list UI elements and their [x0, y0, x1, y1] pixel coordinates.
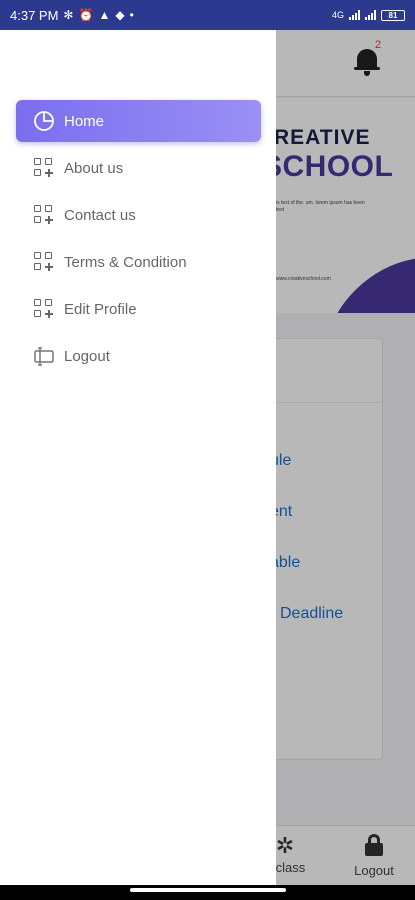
- pie-chart-icon: [34, 111, 54, 131]
- sync-off-icon: ✻: [63, 8, 74, 22]
- drawer-item-label: Home: [64, 112, 105, 130]
- gesture-bar[interactable]: [130, 888, 286, 892]
- navigation-drawer: Home About us Contact us Terms & Conditi…: [0, 30, 276, 885]
- grid-plus-icon: [33, 298, 55, 320]
- drawer-item-label: Edit Profile: [64, 300, 137, 318]
- drawer-item-label: Contact us: [64, 206, 136, 224]
- drawer-item-logout[interactable]: Logout: [16, 335, 261, 377]
- drawer-item-label: Terms & Condition: [64, 253, 187, 271]
- drawer-item-terms[interactable]: Terms & Condition: [16, 241, 261, 283]
- grid-plus-icon: [33, 251, 55, 273]
- drawer-item-label: About us: [64, 159, 124, 177]
- drawer-item-contact-us[interactable]: Contact us: [16, 194, 261, 236]
- status-time: 4:37 PM: [10, 7, 59, 23]
- grid-plus-icon: [33, 204, 55, 226]
- network-type: 4G: [331, 10, 344, 20]
- dot-icon: •: [129, 8, 134, 22]
- status-bar: 4:37 PM ✻ ⏰ ▲ ◆ • 4G 81: [0, 0, 415, 30]
- logout-icon: [34, 347, 54, 366]
- warning-icon: ▲: [98, 8, 111, 22]
- grid-plus-icon: [33, 157, 55, 179]
- alarm-icon: ⏰: [78, 8, 94, 22]
- signal-icon: [349, 10, 360, 20]
- signal-2-icon: [365, 10, 376, 20]
- drawer-item-edit-profile[interactable]: Edit Profile: [16, 288, 261, 330]
- drawer-item-home[interactable]: Home: [16, 100, 261, 142]
- battery-level: 81: [388, 10, 398, 20]
- battery-icon: 81: [381, 9, 405, 21]
- snapchat-icon: ◆: [115, 8, 125, 22]
- drawer-item-about-us[interactable]: About us: [16, 147, 261, 189]
- drawer-item-label: Logout: [64, 347, 110, 365]
